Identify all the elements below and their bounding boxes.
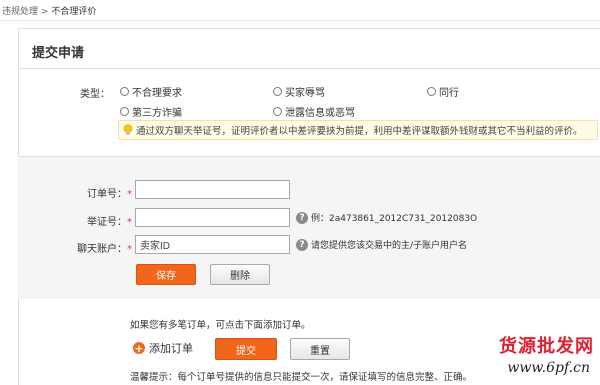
- type-radio-buyer-abuse[interactable]: 买家辱骂: [273, 84, 325, 99]
- chat-hint: ? 请您提供您该交易中的主/子账户用户名: [296, 238, 467, 251]
- required-mark: *: [127, 217, 132, 228]
- notice-text: 通过双方聊天举证号，证明评价者以中差评要挟为前提，利用中差评谋取额外钱财或其它不…: [136, 126, 583, 137]
- help-icon[interactable]: ?: [296, 238, 308, 251]
- breadcrumb-parent-link[interactable]: 违规处理: [2, 7, 38, 17]
- radio-label: 同行: [439, 88, 459, 99]
- radio-circle: [427, 87, 436, 96]
- required-mark: *: [127, 189, 132, 200]
- type-label: 类型：: [80, 89, 110, 100]
- breadcrumb: 违规处理 > 不合理评价: [2, 4, 96, 17]
- radio-label: 不合理要求: [132, 88, 182, 99]
- plus-circle-icon: +: [133, 341, 145, 355]
- proof-hint: ? 例：2a473861_2012C731_2012083O: [296, 211, 477, 224]
- help-icon[interactable]: ?: [296, 211, 308, 224]
- proof-hint-text: 例：2a473861_2012C731_2012083O: [311, 214, 478, 224]
- multi-order-tip: 如果您有多笔订单，可点击下面添加订单。: [130, 320, 311, 331]
- save-button[interactable]: 保存: [136, 264, 196, 285]
- breadcrumb-current: 不合理评价: [51, 7, 97, 17]
- order-number-label-text: 订单号：: [87, 189, 127, 200]
- watermark-url: www.6pf.cn: [507, 360, 590, 376]
- breadcrumb-separator: >: [40, 7, 49, 17]
- add-order-label: 添加订单: [149, 342, 193, 355]
- proof-number-label: 举证号：*: [60, 213, 132, 228]
- add-order-link[interactable]: + 添加订单: [133, 340, 193, 356]
- type-notice: 通过双方聊天举证号，证明评价者以中差评要挟为前提，利用中差评谋取额外钱财或其它不…: [118, 120, 598, 140]
- type-radio-info-leak[interactable]: 泄露信息或恶骂: [273, 104, 355, 119]
- type-radio-third-party-fraud[interactable]: 第三方诈骗: [120, 104, 182, 119]
- chat-hint-text: 请您提供您该交易中的主/子账户用户名: [311, 241, 468, 251]
- lightbulb-icon: [123, 124, 133, 135]
- order-number-input[interactable]: [135, 180, 290, 199]
- proof-number-label-text: 举证号：: [87, 217, 127, 228]
- radio-circle: [120, 107, 129, 116]
- delete-button[interactable]: 删除: [210, 264, 270, 285]
- top-divider: [0, 20, 600, 21]
- radio-label: 买家辱骂: [285, 88, 325, 99]
- chat-account-label-text: 聊天账户：: [77, 244, 127, 255]
- chat-account-label: 聊天账户：*: [60, 240, 132, 255]
- proof-number-input[interactable]: [135, 208, 290, 227]
- radio-label: 第三方诈骗: [132, 108, 182, 119]
- title-divider: [18, 68, 600, 69]
- radio-circle: [273, 107, 282, 116]
- chat-account-input[interactable]: [135, 235, 290, 254]
- required-mark: *: [127, 244, 132, 255]
- submit-button[interactable]: 提交: [215, 338, 277, 360]
- type-radio-unreasonable-demand[interactable]: 不合理要求: [120, 84, 182, 99]
- order-number-label: 订单号：*: [60, 185, 132, 200]
- watermark-logo-text: 货源批发网: [499, 336, 594, 357]
- radio-circle: [273, 87, 282, 96]
- type-radio-competitor[interactable]: 同行: [427, 84, 459, 99]
- footer-tip: 温馨提示：每个订单号提供的信息只能提交一次，请保证填写的信息完整、正确。: [130, 372, 473, 383]
- reset-button[interactable]: 重置: [290, 338, 350, 360]
- radio-label: 泄露信息或恶骂: [285, 108, 355, 119]
- page-title: 提交申请: [32, 46, 85, 61]
- radio-circle: [120, 87, 129, 96]
